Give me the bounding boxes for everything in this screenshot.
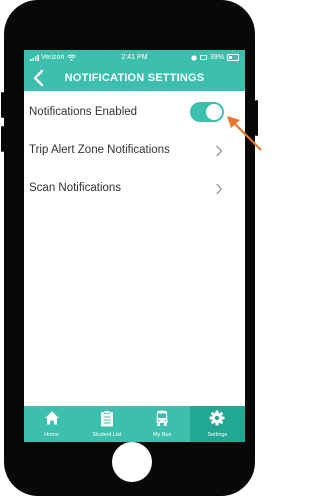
tab-student-list-label: Student List (92, 432, 122, 438)
tab-bar: Home Student List My Bus Settings (24, 406, 245, 442)
app-screen: Verizon 2:41 PM 39% NOTIFICATION SETTING… (24, 50, 245, 442)
clipboard-icon (100, 410, 113, 427)
chevron-right-icon (216, 183, 223, 195)
gear-icon (209, 410, 225, 426)
nav-header: NOTIFICATION SETTINGS (24, 65, 245, 91)
tab-student-list[interactable]: Student List (79, 406, 134, 442)
chevron-right-icon (216, 145, 223, 157)
alarm-icon (191, 54, 197, 61)
screen-mirror-icon (199, 54, 207, 60)
notifications-enabled-row[interactable]: Notifications Enabled (24, 94, 245, 132)
volume-down-button (1, 126, 4, 152)
page-title: NOTIFICATION SETTINGS (64, 72, 205, 84)
bus-icon (156, 410, 168, 426)
annotation-arrow-icon (227, 116, 262, 151)
scan-notifications-label: Scan Notifications (29, 182, 122, 194)
tab-my-bus[interactable]: My Bus (135, 406, 190, 442)
volume-up-button (1, 92, 4, 118)
notifications-enabled-label: Notifications Enabled (29, 106, 138, 118)
tab-home-label: Home (44, 432, 59, 438)
status-bar: Verizon 2:41 PM 39% (24, 50, 245, 65)
trip-alert-zone-row[interactable]: Trip Alert Zone Notifications (24, 132, 245, 170)
tab-settings-label: Settings (207, 432, 228, 438)
tab-settings[interactable]: Settings (189, 406, 245, 442)
trip-alert-zone-label: Trip Alert Zone Notifications (29, 144, 170, 156)
status-right: 39% (191, 54, 239, 61)
battery-percent: 39% (209, 54, 224, 61)
tab-my-bus-label: My Bus (152, 432, 172, 438)
toggle-knob (206, 104, 222, 120)
battery-icon (227, 54, 239, 61)
tab-home[interactable]: Home (24, 406, 79, 442)
scan-notifications-row[interactable]: Scan Notifications (24, 170, 245, 208)
phone-home-button[interactable] (112, 442, 152, 482)
notifications-toggle[interactable] (190, 102, 224, 122)
home-icon (44, 411, 59, 425)
